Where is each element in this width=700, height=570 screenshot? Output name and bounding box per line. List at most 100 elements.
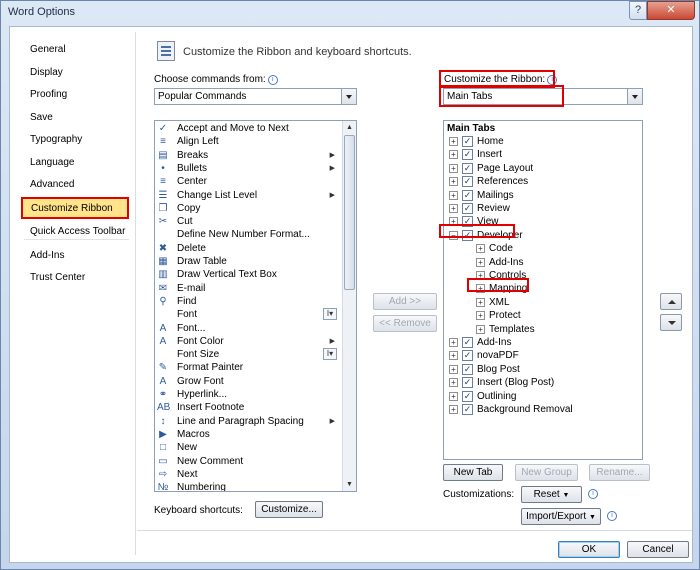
command-item[interactable]: ↕ Line and Paragraph Spacing ▶ — [155, 415, 337, 428]
ribbon-tabs-tree[interactable]: Main Tabs + ✓ Home + ✓ Insert + ✓ Page Layout + ✓ R… — [443, 120, 643, 460]
expand-icon[interactable]: + — [449, 364, 458, 374]
command-item[interactable]: ▤ Breaks ▶ — [155, 149, 337, 162]
expand-icon[interactable]: + — [476, 244, 485, 254]
command-item[interactable]: ≡ Align Left — [155, 135, 337, 148]
add-button[interactable]: Add >> — [373, 293, 437, 310]
command-item[interactable]: ✉ E-mail — [155, 282, 337, 295]
tab-checkbox[interactable]: ✓ — [462, 229, 473, 241]
command-item[interactable]: ⚲ Find — [155, 295, 337, 308]
move-down-button[interactable] — [660, 314, 682, 331]
tree-tab-item[interactable]: + ✓ Review — [444, 202, 634, 215]
nav-item-language[interactable]: Language — [21, 152, 129, 174]
tree-tab-item[interactable]: + ✓ Home — [444, 135, 634, 148]
nav-item-typography[interactable]: Typography — [21, 129, 129, 151]
tree-tab-item[interactable]: + ✓ Outlining — [444, 390, 634, 403]
tree-tab-item[interactable]: + ✓ Background Removal — [444, 403, 634, 416]
command-item[interactable]: ✂ Cut — [155, 215, 337, 228]
command-item[interactable]: ▶ Macros — [155, 428, 337, 441]
command-item[interactable]: A Grow Font — [155, 375, 337, 388]
expand-icon[interactable]: + — [476, 311, 485, 321]
move-up-button[interactable] — [660, 293, 682, 310]
tab-checkbox[interactable]: ✓ — [462, 337, 473, 348]
nav-item-add-ins[interactable]: Add-Ins — [21, 245, 129, 267]
reset-button[interactable]: Reset ▼ — [521, 486, 582, 503]
command-item[interactable]: • Bullets ▶ — [155, 162, 337, 175]
tree-tab-item[interactable]: + ✓ Insert — [444, 148, 634, 161]
expand-icon[interactable]: + — [449, 204, 458, 213]
expand-icon[interactable]: + — [476, 257, 485, 267]
import-export-button[interactable]: Import/Export ▼ — [521, 508, 601, 525]
tree-tab-item[interactable]: + ✓ Blog Post — [444, 363, 634, 376]
commands-scrollbar[interactable]: ▲ ▼ — [342, 121, 356, 491]
new-tab-button[interactable]: New Tab — [443, 464, 503, 481]
tree-tab-item[interactable]: + ✓ Page Layout — [444, 162, 634, 175]
expand-icon[interactable]: + — [476, 297, 485, 307]
command-item[interactable]: ≡ Center — [155, 175, 337, 188]
help-button[interactable]: ? — [629, 1, 647, 20]
tree-group-item[interactable]: + Add-Ins — [444, 256, 634, 269]
command-item[interactable]: ▦ Draw Table — [155, 255, 337, 268]
nav-item-save[interactable]: Save — [21, 107, 129, 129]
command-item[interactable]: ✎ Format Painter — [155, 361, 337, 374]
command-item[interactable]: ✖ Delete — [155, 242, 337, 255]
command-item[interactable]: ✓ Accept and Move to Next — [155, 122, 337, 135]
tree-tab-item[interactable]: + ✓ Add-Ins — [444, 336, 634, 349]
nav-item-proofing[interactable]: Proofing — [21, 84, 129, 106]
expand-icon[interactable]: + — [449, 177, 458, 187]
expand-icon[interactable]: + — [449, 150, 458, 160]
expand-icon[interactable]: + — [449, 217, 458, 227]
tree-tab-item[interactable]: + ✓ Mailings — [444, 189, 634, 202]
expand-icon[interactable]: + — [449, 391, 458, 401]
customize-ribbon-dropdown[interactable]: Main Tabs — [443, 88, 643, 105]
tab-checkbox[interactable]: ✓ — [462, 162, 473, 174]
tab-checkbox[interactable]: ✓ — [462, 149, 473, 161]
tab-checkbox[interactable]: ✓ — [462, 203, 473, 214]
commands-list[interactable]: ✓ Accept and Move to Next ≡ Align Left ▤ Brea… — [154, 120, 357, 492]
customize-keyboard-button[interactable]: Customize... — [255, 501, 323, 518]
nav-item-display[interactable]: Display — [21, 62, 129, 84]
tab-checkbox[interactable]: ✓ — [462, 176, 473, 188]
nav-item-general[interactable]: General — [21, 39, 129, 61]
expand-icon[interactable]: + — [476, 271, 485, 280]
command-item[interactable]: Font I▾ — [155, 308, 337, 321]
command-item[interactable]: ⚭ Hyperlink... — [155, 388, 337, 401]
dropdown-arrow-icon[interactable] — [627, 89, 642, 104]
expand-icon[interactable]: + — [449, 351, 458, 361]
expand-icon[interactable]: + — [476, 324, 485, 334]
tree-group-item[interactable]: + Code — [444, 242, 634, 255]
tab-checkbox[interactable]: ✓ — [462, 377, 473, 389]
ok-button[interactable]: OK — [558, 541, 620, 558]
command-item[interactable]: AB Insert Footnote — [155, 401, 337, 414]
cancel-button[interactable]: Cancel — [627, 541, 689, 558]
command-item[interactable]: Font Size I▾ — [155, 348, 337, 361]
nav-item-trust-center[interactable]: Trust Center — [21, 267, 129, 289]
tree-group-item[interactable]: + XML — [444, 296, 634, 309]
scroll-down-icon[interactable]: ▼ — [343, 478, 356, 491]
choose-commands-dropdown[interactable]: Popular Commands — [154, 88, 357, 105]
nav-item-customize-ribbon[interactable]: Customize Ribbon — [21, 197, 129, 219]
tab-checkbox[interactable]: ✓ — [462, 404, 473, 415]
tree-tab-item[interactable]: + ✓ View — [444, 215, 634, 228]
tab-checkbox[interactable]: ✓ — [462, 350, 473, 362]
command-item[interactable]: ☰ Change List Level ▶ — [155, 189, 337, 202]
close-button[interactable]: ✕ — [647, 1, 695, 20]
scroll-thumb[interactable] — [344, 135, 355, 290]
expand-icon[interactable]: − — [449, 230, 458, 240]
tab-checkbox[interactable]: ✓ — [462, 189, 473, 201]
expand-icon[interactable]: + — [449, 163, 458, 173]
command-item[interactable]: Define New Number Format... — [155, 228, 337, 241]
remove-button[interactable]: << Remove — [373, 315, 437, 332]
command-item[interactable]: ⇨ Next — [155, 468, 337, 481]
tab-checkbox[interactable]: ✓ — [462, 390, 473, 402]
command-item[interactable]: ❐ Copy — [155, 202, 337, 215]
nav-item-advanced[interactable]: Advanced — [21, 174, 129, 196]
expand-icon[interactable]: + — [449, 190, 458, 200]
command-item[interactable]: ▭ New Comment — [155, 455, 337, 468]
rename-button[interactable]: Rename... — [589, 464, 650, 481]
new-group-button[interactable]: New Group — [515, 464, 578, 481]
command-item[interactable]: □ New — [155, 441, 337, 454]
tree-tab-item[interactable]: + ✓ Insert (Blog Post) — [444, 376, 634, 389]
command-item[interactable]: ▥ Draw Vertical Text Box — [155, 268, 337, 281]
tree-tab-item[interactable]: + ✓ novaPDF — [444, 349, 634, 362]
tab-checkbox[interactable]: ✓ — [462, 363, 473, 375]
